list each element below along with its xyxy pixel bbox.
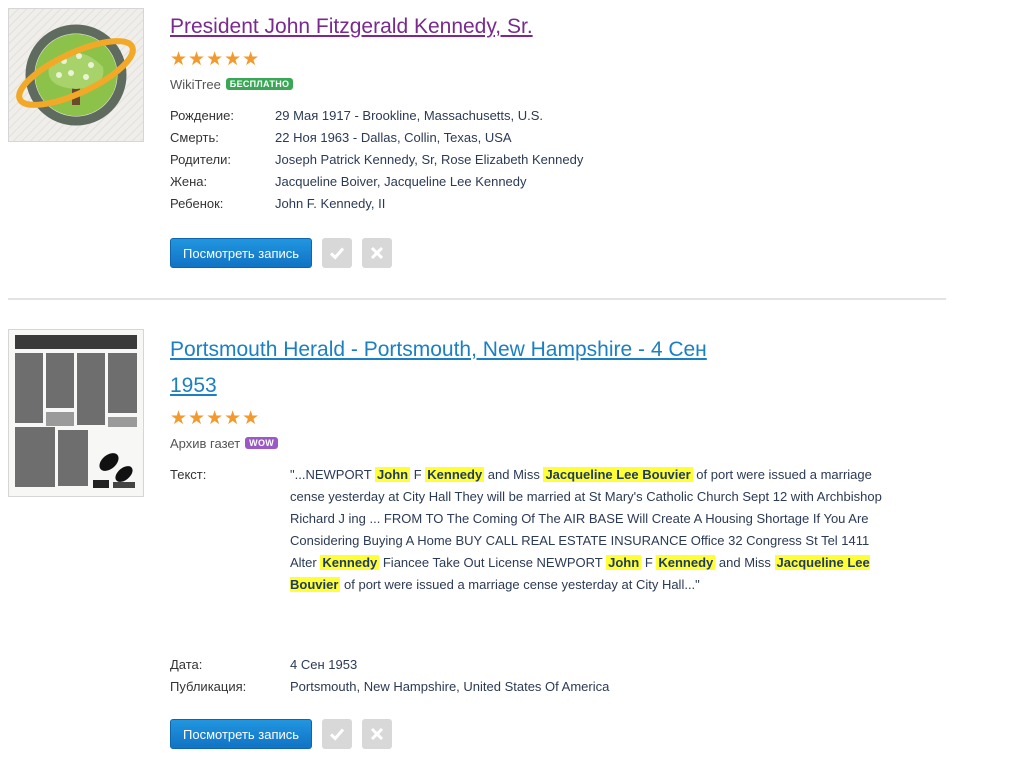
field-row: Текст: "...NEWPORT John F Kennedy and Mi…	[170, 464, 890, 596]
field-label: Публикация:	[170, 679, 247, 694]
rating-stars: ★★★★★	[170, 408, 261, 429]
field-label: Текст:	[170, 467, 207, 482]
field-row: Смерть: 22 Ноя 1963 - Dallas, Collin, Tex…	[170, 127, 583, 149]
highlighted-term: Jacqueline Lee Bouvier	[543, 467, 693, 482]
text-segment: "...NEWPORT	[290, 467, 376, 482]
field-label: Дата:	[170, 657, 203, 672]
field-value: Jacqueline Boiver, Jacqueline Lee Kenned…	[275, 174, 527, 189]
field-value-text: "...NEWPORT John F Kennedy and Miss Jacq…	[290, 464, 890, 596]
field-label: Ребенок:	[170, 196, 224, 211]
record-card-wikitree: President John Fitzgerald Kennedy, Sr. ★…	[0, 0, 1015, 300]
text-segment: F	[410, 467, 426, 482]
field-row: Родители: Joseph Patrick Kennedy, Sr, Ros…	[170, 149, 583, 171]
record-title-link[interactable]: Portsmouth Herald - Portsmouth, New Hamp…	[170, 332, 707, 404]
checkmark-icon	[330, 728, 345, 741]
record-fields: Рождение: 29 Мая 1917 - Brookline, Massac…	[170, 105, 583, 215]
reject-match-button[interactable]	[362, 238, 393, 268]
wikitree-tree-logo-icon	[9, 9, 143, 141]
newspaper-page-icon	[9, 330, 143, 496]
field-label: Смерть:	[170, 130, 219, 145]
source-line: WikiTree БЕСПЛАТНО	[170, 77, 294, 92]
highlighted-term: Kennedy	[425, 467, 485, 482]
confirm-match-button[interactable]	[322, 719, 353, 749]
text-segment: of port were issued a marriage cense yes…	[340, 577, 700, 592]
field-value: 29 Мая 1917 - Brookline, Massachusetts, …	[275, 108, 544, 123]
record-card-newspaper: Portsmouth Herald - Portsmouth, New Hamp…	[0, 300, 1015, 760]
view-record-button[interactable]: Посмотреть запись	[170, 238, 313, 268]
field-row: Жена: Jacqueline Boiver, Jacqueline Lee K…	[170, 171, 583, 193]
view-record-button[interactable]: Посмотреть запись	[170, 719, 313, 749]
close-icon	[370, 727, 384, 741]
text-segment: Fiancee Take Out License NEWPORT	[379, 555, 607, 570]
field-label: Родители:	[170, 152, 231, 167]
text-segment: and Miss	[715, 555, 775, 570]
field-value: 4 Сен 1953	[290, 657, 358, 672]
record-actions: Посмотреть запись	[170, 238, 393, 268]
record-title-line: 1953	[170, 374, 217, 397]
free-badge: БЕСПЛАТНО	[225, 78, 294, 90]
field-row: Дата: 4 Сен 1953	[170, 654, 609, 676]
record-title-link[interactable]: President John Fitzgerald Kennedy, Sr.	[170, 9, 533, 45]
record-text-field: Текст: "...NEWPORT John F Kennedy and Mi…	[170, 464, 890, 596]
rating-stars: ★★★★★	[170, 49, 261, 70]
close-icon	[370, 246, 384, 260]
checkmark-icon	[330, 247, 345, 260]
field-value: John F. Kennedy, II	[275, 196, 386, 211]
field-value: Joseph Patrick Kennedy, Sr, Rose Elizabe…	[275, 152, 584, 167]
record-title-line: Portsmouth Herald - Portsmouth, New Hamp…	[170, 338, 707, 361]
record-thumbnail[interactable]	[8, 329, 144, 497]
field-label: Жена:	[170, 174, 208, 189]
highlighted-term: John	[375, 467, 411, 482]
reject-match-button[interactable]	[362, 719, 393, 749]
source-name: Архив газет	[170, 436, 241, 451]
wow-badge: WOW	[245, 437, 279, 449]
text-segment: F	[641, 555, 657, 570]
field-value: 22 Ноя 1963 - Dallas, Collin, Texas, USA	[275, 130, 512, 145]
field-row: Публикация: Portsmouth, New Hampshire, Un…	[170, 676, 609, 698]
highlighted-term: John	[606, 555, 642, 570]
record-fields: Дата: 4 Сен 1953 Публикация: Portsmouth, Ne…	[170, 654, 609, 698]
source-name: WikiTree	[170, 77, 221, 92]
record-actions: Посмотреть запись	[170, 719, 393, 749]
highlighted-term: Kennedy	[320, 555, 380, 570]
field-label: Рождение:	[170, 108, 234, 123]
source-line: Архив газет WOW	[170, 436, 279, 451]
highlighted-term: Kennedy	[656, 555, 716, 570]
confirm-match-button[interactable]	[322, 238, 353, 268]
record-thumbnail[interactable]	[8, 8, 144, 142]
text-segment: and Miss	[484, 467, 544, 482]
field-row: Рождение: 29 Мая 1917 - Brookline, Massac…	[170, 105, 583, 127]
field-value: Portsmouth, New Hampshire, United States…	[290, 679, 610, 694]
field-row: Ребенок: John F. Kennedy, II	[170, 193, 583, 215]
